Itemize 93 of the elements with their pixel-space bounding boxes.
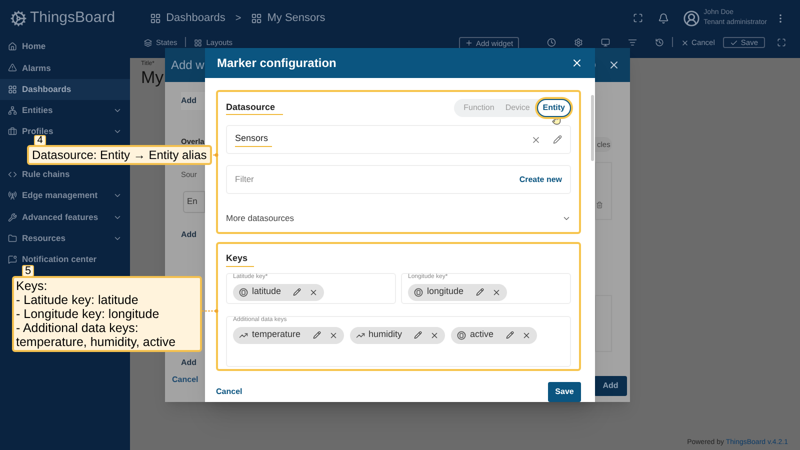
pointer-icon xyxy=(552,116,561,125)
field-value: Sensors xyxy=(235,132,272,147)
trash-icon[interactable] xyxy=(596,201,603,209)
close-icon[interactable] xyxy=(608,59,620,71)
title-value: My xyxy=(141,69,164,87)
sidebar-item[interactable]: Rule chains xyxy=(0,168,130,181)
sidebar-item[interactable]: Resources xyxy=(0,232,130,245)
callout-text: Keys: xyxy=(16,279,48,293)
dialog-title: Add w xyxy=(171,57,204,74)
add-link[interactable]: Add xyxy=(181,356,197,368)
trend-icon xyxy=(356,330,365,340)
sidebar-item[interactable]: Edge management xyxy=(0,189,130,202)
tower-icon xyxy=(8,191,17,200)
grid-icon xyxy=(8,84,17,94)
warning-icon xyxy=(8,63,17,72)
wrench-icon xyxy=(8,212,17,222)
cancel-link[interactable]: Cancel xyxy=(172,374,198,386)
grid-icon xyxy=(150,12,162,24)
key-chip[interactable]: latitude xyxy=(233,284,324,300)
key-chip[interactable]: longitude xyxy=(408,284,507,300)
edit-icon[interactable] xyxy=(506,331,514,339)
edit-icon[interactable] xyxy=(476,288,484,296)
step-number: 5 xyxy=(22,265,34,277)
layers-icon xyxy=(144,38,152,46)
card xyxy=(595,295,612,352)
type-option[interactable]: Entity xyxy=(536,99,571,117)
leader-line xyxy=(202,308,219,314)
monitor-icon[interactable] xyxy=(600,38,610,47)
sidebar-item[interactable]: Alarms xyxy=(0,61,130,74)
callout-text: - Longitude key: longitude xyxy=(16,307,160,321)
filter-field[interactable]: Filter Create new xyxy=(226,165,571,194)
sidebar-item[interactable]: Advanced features xyxy=(0,210,130,224)
sidebar-item[interactable]: Home xyxy=(0,40,130,54)
edit-icon[interactable] xyxy=(553,135,562,144)
key-chip[interactable]: humidity xyxy=(350,326,446,344)
bell-icon[interactable] xyxy=(658,12,669,24)
cancel-link[interactable]: Cancel xyxy=(216,386,242,398)
edit-icon[interactable] xyxy=(414,331,422,339)
add-button[interactable]: Add xyxy=(181,92,205,110)
callout-text: - Latitude key: latitude xyxy=(16,293,140,307)
edit-icon[interactable] xyxy=(312,331,321,339)
grid-icon xyxy=(194,38,202,46)
add-button[interactable]: Add xyxy=(594,376,627,396)
attribute-icon xyxy=(414,288,423,296)
clear-icon[interactable] xyxy=(531,134,541,144)
callout-text: - Additional data keys: temperature, humidity, active xyxy=(16,321,177,349)
section-heading: Datasource xyxy=(226,100,284,116)
grid-icon xyxy=(251,12,262,24)
save-button[interactable]: Save xyxy=(548,382,581,402)
network-icon xyxy=(8,106,17,116)
more-datasources-row[interactable]: More datasources xyxy=(226,212,571,225)
plus-icon xyxy=(465,39,473,47)
logo-text: ThingsBoard xyxy=(30,8,116,28)
briefcase-icon xyxy=(8,127,17,136)
breadcrumb[interactable]: My Sensors xyxy=(251,10,326,26)
fullscreen-icon[interactable] xyxy=(777,38,786,47)
step-number: 4 xyxy=(34,135,46,146)
avatar-icon[interactable] xyxy=(682,10,700,26)
key-chip[interactable]: active xyxy=(451,326,537,344)
close-icon[interactable] xyxy=(309,288,318,296)
sidebar-item[interactable]: Notification center xyxy=(0,253,130,266)
fullscreen-icon[interactable] xyxy=(632,13,643,23)
close-icon[interactable] xyxy=(430,330,440,340)
settings-icon[interactable] xyxy=(574,38,583,47)
section-heading: Keys xyxy=(226,252,254,266)
attribute-icon xyxy=(457,330,466,340)
close-icon xyxy=(680,38,689,46)
close-icon[interactable] xyxy=(522,330,531,340)
close-icon[interactable] xyxy=(492,288,501,296)
close-icon[interactable] xyxy=(571,57,583,69)
check-icon xyxy=(730,38,738,46)
folder-icon xyxy=(8,234,17,243)
key-chip[interactable]: temperature xyxy=(233,326,344,344)
attribute-icon xyxy=(239,288,248,296)
breadcrumb[interactable]: Dashboards xyxy=(150,10,226,26)
logo-icon xyxy=(10,10,27,26)
create-new-link[interactable]: Create new xyxy=(519,174,562,186)
sidebar-item[interactable]: Entities xyxy=(0,104,130,118)
callout-text: Datasource: Entity → Entity alias xyxy=(32,148,207,162)
clock-icon[interactable] xyxy=(546,38,556,47)
code-icon xyxy=(8,170,17,179)
close-icon[interactable] xyxy=(328,330,338,340)
filter-icon[interactable] xyxy=(628,38,637,47)
home-icon xyxy=(8,42,17,52)
edit-icon[interactable] xyxy=(293,288,302,296)
breadcrumb-separator: > xyxy=(235,12,242,26)
alias-field[interactable]: Sensors xyxy=(226,125,571,154)
field-placeholder: Filter xyxy=(235,173,254,186)
add-link[interactable]: Add xyxy=(181,228,197,240)
dialog-title: Marker configuration xyxy=(217,55,336,72)
history-icon[interactable] xyxy=(654,38,664,47)
message-icon xyxy=(8,255,17,264)
trend-icon xyxy=(239,330,248,340)
